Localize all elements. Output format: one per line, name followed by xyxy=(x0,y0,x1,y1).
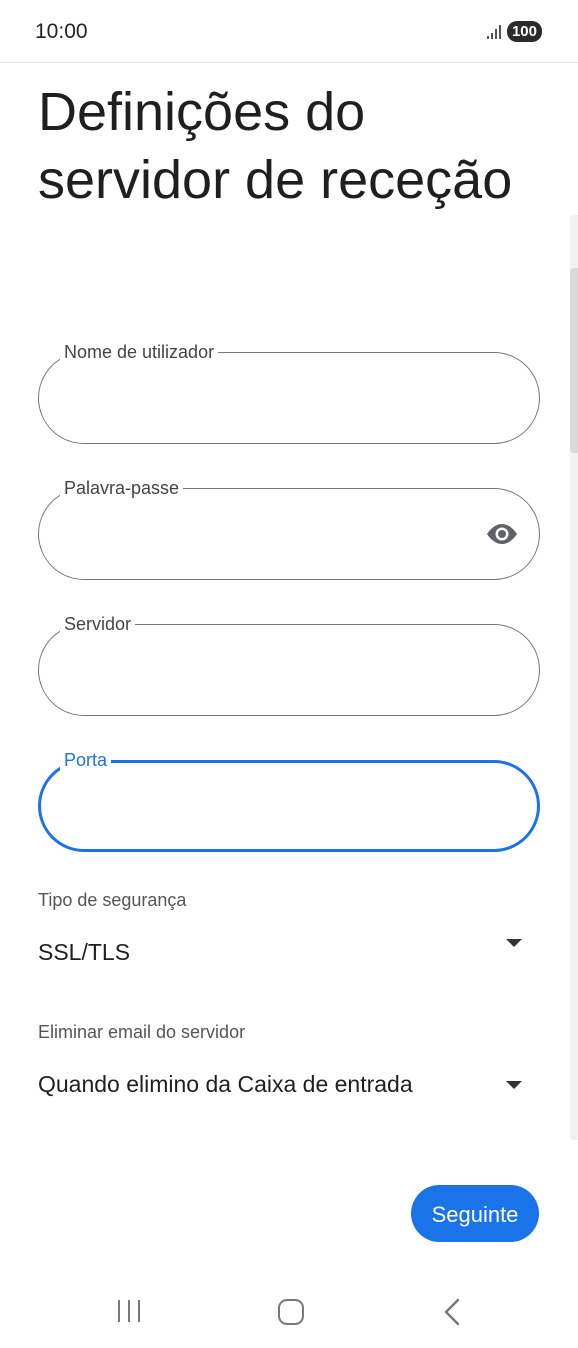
password-label: Palavra-passe xyxy=(60,477,184,499)
password-field[interactable]: Palavra-passe xyxy=(38,477,540,580)
server-label: Servidor xyxy=(60,613,136,635)
security-type-dropdown[interactable]: SSL/TLS xyxy=(38,939,130,966)
back-icon[interactable] xyxy=(440,1298,464,1326)
signal-icon xyxy=(486,24,501,39)
server-outline xyxy=(38,624,540,716)
port-outline xyxy=(38,760,540,852)
security-type-label: Tipo de segurança xyxy=(38,890,187,910)
password-outline xyxy=(38,488,540,580)
server-field[interactable]: Servidor xyxy=(38,613,540,716)
delete-email-dropdown[interactable]: Quando elimino da Caixa de entrada xyxy=(38,1071,413,1098)
port-field[interactable]: Porta xyxy=(38,749,540,852)
status-icons: 100 xyxy=(486,21,542,42)
battery-icon: 100 xyxy=(506,21,542,42)
username-outline xyxy=(38,352,540,444)
username-label: Nome de utilizador xyxy=(60,341,219,363)
eye-icon[interactable] xyxy=(484,520,520,548)
page-title: Definições do servidor de receção xyxy=(38,82,513,210)
recent-apps-icon[interactable] xyxy=(116,1299,142,1323)
scrollbar-thumb[interactable] xyxy=(570,268,578,453)
username-field[interactable]: Nome de utilizador xyxy=(38,341,540,444)
status-bar: 10:00 100 xyxy=(0,0,578,63)
chevron-down-icon[interactable] xyxy=(506,1081,522,1089)
next-button[interactable]: Seguinte xyxy=(411,1185,539,1242)
port-label: Porta xyxy=(60,749,112,771)
delete-email-label: Eliminar email do servidor xyxy=(38,1022,246,1042)
navigation-bar xyxy=(0,1272,578,1348)
home-icon[interactable] xyxy=(278,1299,304,1325)
chevron-down-icon[interactable] xyxy=(506,939,522,947)
status-time: 10:00 xyxy=(35,20,88,43)
